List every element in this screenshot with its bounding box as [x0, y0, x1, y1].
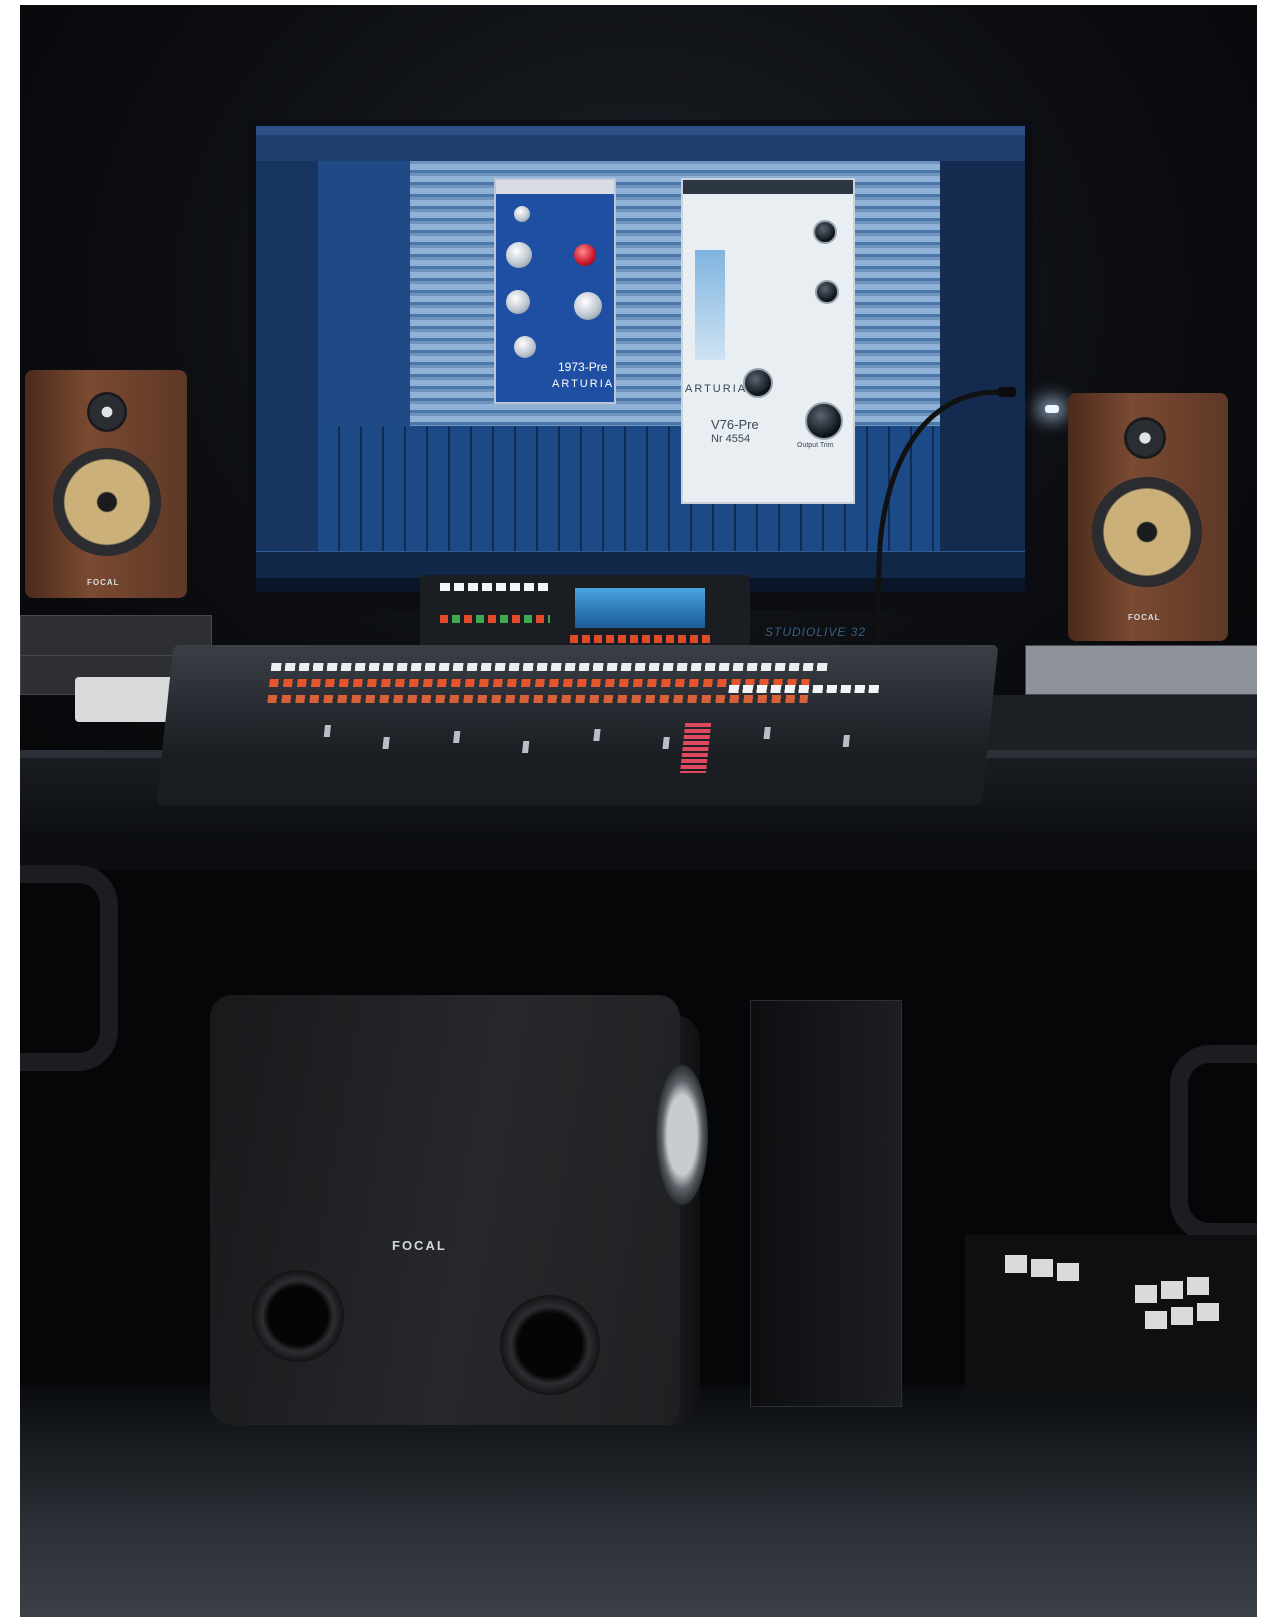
fader: [763, 727, 771, 739]
pad: [1031, 1259, 1053, 1277]
left-chair: [20, 865, 118, 1071]
daw-inspector-panel: [256, 161, 318, 552]
desk-lamp-light: [1045, 405, 1059, 413]
console-button-row: [270, 663, 832, 671]
daw-toolbar: [256, 135, 1025, 162]
pad: [1145, 1311, 1167, 1329]
plugin-v76-pre-window: ARTURIA V76-Pre Nr 4554 Output Trim: [681, 178, 855, 504]
meter-bar: [679, 723, 712, 773]
plugin-knob: [506, 242, 532, 268]
plugin-knob: [574, 292, 602, 320]
mixer-console: [156, 645, 999, 805]
right-studio-monitor-speaker: FOCAL: [1068, 393, 1228, 641]
subwoofer-side-driver: [656, 1065, 708, 1205]
plugin-1973-pre-window: 1973-Pre ARTURIA: [494, 178, 616, 404]
left-speaker-woofer: [53, 448, 161, 556]
plugin-1973-name: 1973-Pre: [558, 360, 608, 374]
pad: [1161, 1281, 1183, 1299]
console-button-row: [440, 615, 550, 623]
daw-menubar: [256, 126, 1025, 135]
plugin-knob: [813, 220, 837, 244]
left-speaker-tweeter: [87, 392, 127, 432]
right-speaker-logo: FOCAL: [1128, 613, 1161, 622]
mixer-touchscreen: [575, 588, 705, 628]
computer-tower: [750, 1000, 902, 1407]
plugin-1973-brand: ARTURIA: [552, 378, 615, 390]
right-outboard-gear: [1025, 645, 1257, 695]
console-button-row: [570, 635, 710, 643]
fader: [662, 737, 670, 749]
fader: [522, 741, 530, 753]
fader: [382, 737, 390, 749]
left-speaker-logo: FOCAL: [87, 578, 120, 587]
fader: [453, 731, 461, 743]
mixer-console-top-section: [420, 575, 750, 650]
subwoofer: [210, 995, 680, 1425]
subwoofer-port-right: [500, 1295, 600, 1395]
pad: [1057, 1263, 1079, 1281]
plugin-v76-header: [683, 180, 853, 194]
plugin-red-knob: [574, 244, 596, 266]
pad: [1171, 1307, 1193, 1325]
console-button-row: [728, 685, 880, 693]
pad: [1005, 1255, 1027, 1273]
right-speaker-woofer: [1092, 477, 1202, 587]
console-button-row: [440, 583, 550, 591]
plugin-knob: [506, 290, 530, 314]
pad: [1197, 1303, 1219, 1321]
output-trim-label: Output Trim: [797, 442, 834, 449]
pad: [1135, 1285, 1157, 1303]
daw-track-list: [318, 161, 410, 442]
fader: [593, 729, 601, 741]
plugin-knob: [743, 368, 773, 398]
pad: [1187, 1277, 1209, 1295]
vu-tape-graphic: [695, 250, 725, 360]
studio-photo: 1973-Pre ARTURIA ARTURIA V76-Pre Nr 4554…: [20, 5, 1257, 1617]
console-model-label: STUDIOLIVE 32: [765, 625, 867, 639]
output-trim-knob: [805, 402, 843, 440]
left-studio-monitor-speaker: FOCAL: [25, 370, 187, 598]
right-speaker-tweeter: [1124, 417, 1166, 459]
plugin-v76-name: V76-Pre: [711, 417, 759, 432]
console-button-row: [267, 695, 809, 703]
fader: [323, 725, 331, 737]
plugin-v76-serial: Nr 4554: [711, 433, 751, 445]
subwoofer-port-left: [252, 1270, 344, 1362]
pad-controller: [965, 1235, 1257, 1395]
plugin-knob: [815, 280, 839, 304]
subwoofer-logo: FOCAL: [392, 1238, 447, 1253]
plugin-1973-header: [496, 180, 614, 194]
plugin-knob: [514, 336, 536, 358]
right-chair: [1170, 1045, 1257, 1241]
plugin-knob: [514, 206, 530, 222]
plugin-v76-brand: ARTURIA: [685, 383, 748, 395]
fader: [842, 735, 850, 747]
